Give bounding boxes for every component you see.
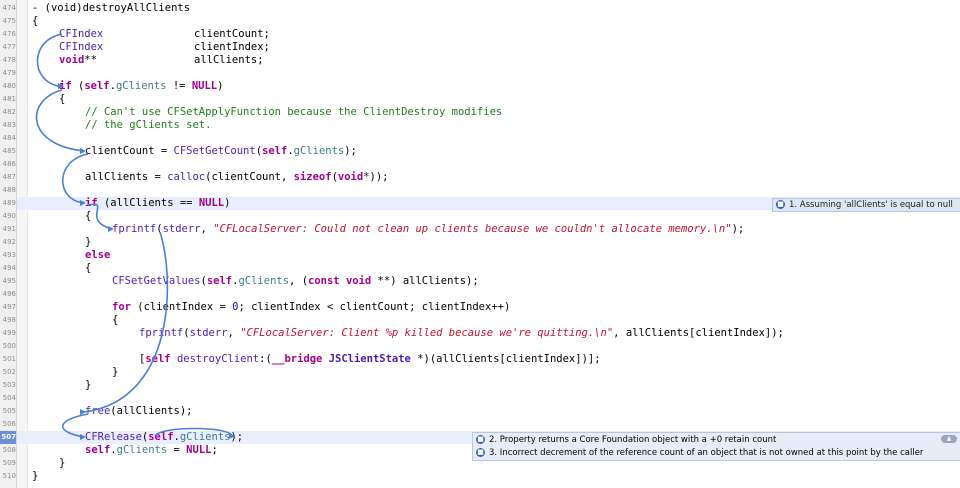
analyzer-note-2[interactable]: ■ 2. Property returns a Core Foundation o… bbox=[473, 434, 776, 446]
code-line-495[interactable]: CFSetGetValues(self.gClients, (const voi… bbox=[32, 275, 479, 288]
line-number: 483 bbox=[2, 121, 16, 129]
code-line-505[interactable]: free(allClients); bbox=[32, 405, 192, 418]
line-number: 485 bbox=[2, 147, 16, 155]
line-number: 487 bbox=[2, 173, 16, 181]
code-line-502[interactable]: } bbox=[32, 366, 118, 379]
code-line-480[interactable]: if (self.gClients != NULL) bbox=[32, 80, 223, 93]
code-line-497[interactable]: for (clientIndex = 0; clientIndex < clie… bbox=[32, 301, 510, 314]
line-number: 478 bbox=[2, 56, 16, 64]
line-number: 508 bbox=[2, 446, 16, 454]
note-step-icon: ■ bbox=[776, 200, 785, 209]
line-number: 474 bbox=[2, 4, 16, 12]
analyzer-note-1[interactable]: ■ 1. Assuming 'allClients' is equal to nu… bbox=[772, 198, 960, 212]
line-number: 502 bbox=[2, 368, 16, 376]
line-number: 496 bbox=[2, 290, 16, 298]
line-number: 491 bbox=[2, 225, 16, 233]
line-number: 497 bbox=[2, 303, 16, 311]
line-number: 499 bbox=[2, 329, 16, 337]
line-number: 504 bbox=[2, 394, 16, 402]
analyzer-note-group[interactable]: ▲ ■ 2. Property returns a Core Foundation… bbox=[472, 432, 960, 461]
fold-ribbon[interactable] bbox=[17, 0, 28, 488]
code-line-490[interactable]: { bbox=[32, 210, 91, 223]
code-line-508[interactable]: self.gClients = NULL; bbox=[32, 444, 218, 457]
code-line-509[interactable]: } bbox=[32, 457, 65, 470]
line-number: 488 bbox=[2, 186, 16, 194]
code-line-481[interactable]: { bbox=[32, 93, 65, 106]
code-line-489[interactable]: if (allClients == NULL) bbox=[32, 197, 230, 210]
line-number: 476 bbox=[2, 30, 16, 38]
line-number: 477 bbox=[2, 43, 16, 51]
code-line-476[interactable]: CFIndex clientCount; bbox=[32, 28, 270, 41]
note-step-icon: ■ bbox=[476, 448, 485, 457]
line-number: 494 bbox=[2, 264, 16, 272]
code-editor[interactable]: 474 475 476 477 478 479 480 481 482 483 484 485 486 4… bbox=[0, 0, 960, 488]
line-number: 480 bbox=[2, 82, 16, 90]
code-line-499[interactable]: fprintf(stderr, "CFLocalServer: Client %… bbox=[32, 327, 784, 340]
code-line-478[interactable]: void** allClients; bbox=[32, 54, 264, 67]
line-number: 495 bbox=[2, 277, 16, 285]
code-line-510[interactable]: } bbox=[32, 470, 38, 483]
code-line-503[interactable]: } bbox=[32, 379, 91, 392]
code-line-491[interactable]: fprintf(stderr, "CFLocalServer: Could no… bbox=[32, 223, 744, 236]
code-line-477[interactable]: CFIndex clientIndex; bbox=[32, 41, 270, 54]
code-line-498[interactable]: { bbox=[32, 314, 118, 327]
line-number: 489 bbox=[2, 199, 16, 207]
code-line-474[interactable]: - (void)destroyAllClients bbox=[32, 2, 190, 15]
code-line-485[interactable]: clientCount = CFSetGetCount(self.gClient… bbox=[32, 145, 357, 158]
line-number: 493 bbox=[2, 251, 16, 259]
triangle-up-icon[interactable]: ▲ bbox=[941, 435, 957, 443]
line-number: 503 bbox=[2, 381, 16, 389]
line-number: 475 bbox=[2, 17, 16, 25]
code-line-494[interactable]: { bbox=[32, 262, 91, 275]
line-number: 492 bbox=[2, 238, 16, 246]
code-line-492[interactable]: } bbox=[32, 236, 91, 249]
code-line-501[interactable]: [self destroyClient:(__bridge JSClientSt… bbox=[32, 353, 601, 366]
line-number: 506 bbox=[2, 420, 16, 428]
line-number: 498 bbox=[2, 316, 16, 324]
line-number: 481 bbox=[2, 95, 16, 103]
line-number: 479 bbox=[2, 69, 16, 77]
code-line-475[interactable]: { bbox=[32, 15, 38, 28]
line-number: 490 bbox=[2, 212, 16, 220]
code-line-493[interactable]: else bbox=[32, 249, 110, 262]
line-number: 501 bbox=[2, 355, 16, 363]
note-step-icon: ■ bbox=[476, 435, 485, 444]
line-number: 505 bbox=[2, 407, 16, 415]
line-number: 510 bbox=[2, 472, 16, 480]
line-number: 500 bbox=[2, 342, 16, 350]
line-number: 484 bbox=[2, 134, 16, 142]
code-line-482[interactable]: // Can't use CFSetApplyFunction because … bbox=[32, 106, 502, 119]
line-number: 482 bbox=[2, 108, 16, 116]
analyzer-note-3[interactable]: ■ 3. Incorrect decrement of the reference… bbox=[473, 447, 923, 459]
line-number: 507 bbox=[0, 431, 16, 444]
line-number: 486 bbox=[2, 160, 16, 168]
code-line-487[interactable]: allClients = calloc(clientCount, sizeof(… bbox=[32, 171, 389, 184]
code-line-507[interactable]: CFRelease(self.gClients); bbox=[32, 431, 243, 444]
code-line-483[interactable]: // the gClients set. bbox=[32, 119, 211, 132]
line-number: 509 bbox=[2, 459, 16, 467]
